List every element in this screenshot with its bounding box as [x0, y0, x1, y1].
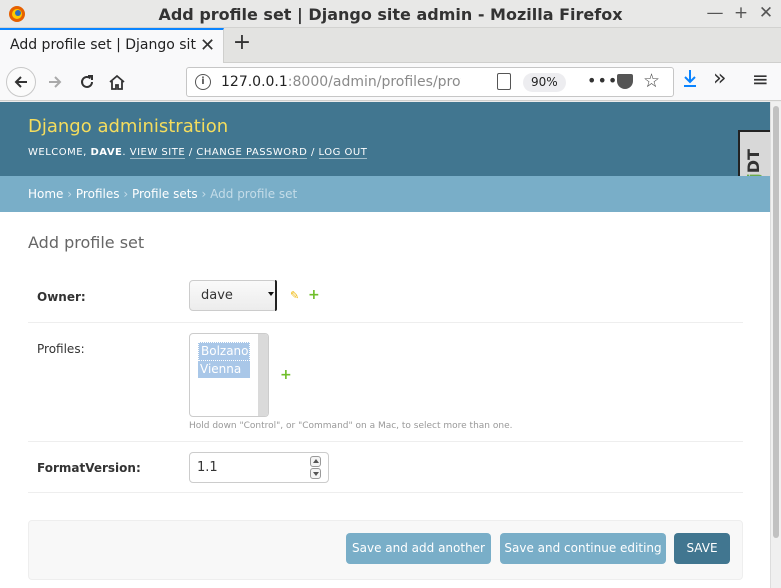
scrollbar-thumb[interactable]	[773, 106, 779, 538]
window-title: Add profile set | Django site admin - Mo…	[158, 5, 623, 24]
owner-label: Owner:	[37, 290, 86, 304]
address-bar[interactable]: i 127.0.0.1:8000/admin/profiles/prof 90%…	[186, 67, 674, 97]
dropdown-arrow-icon	[268, 292, 274, 296]
site-branding[interactable]: Django administration	[28, 116, 228, 137]
reload-button[interactable]	[72, 67, 102, 97]
admin-header: Django administration WELCOME, DAVE. VIE…	[0, 102, 770, 176]
owner-select[interactable]: dave	[189, 280, 277, 311]
save-and-add-another-button[interactable]: Save and add another	[346, 533, 491, 564]
pencil-icon[interactable]: ✎	[290, 289, 299, 302]
back-button[interactable]	[6, 67, 36, 97]
bookmark-star-icon[interactable]: ☆	[643, 70, 660, 92]
breadcrumb-separator: ›	[123, 187, 129, 201]
save-and-continue-button[interactable]: Save and continue editing	[500, 533, 666, 564]
username: DAVE	[90, 147, 123, 158]
profiles-multiselect[interactable]: Bolzano Vienna	[189, 333, 269, 417]
window-titlebar: Add profile set | Django site admin - Mo…	[0, 0, 781, 28]
multiselect-scrollbar[interactable]	[258, 334, 268, 416]
tab-add-profile-set[interactable]: Add profile set | Django site admin ✕	[0, 28, 224, 63]
navigation-toolbar: i 127.0.0.1:8000/admin/profiles/prof 90%…	[0, 63, 781, 101]
close-window-button[interactable]: ✕	[756, 3, 776, 23]
reader-view-icon[interactable]	[497, 73, 511, 90]
djdt-letters-dt: DT	[744, 149, 763, 174]
breadcrumb-profiles[interactable]: Profiles	[76, 187, 120, 201]
submit-row: Save and add another Save and continue e…	[28, 520, 743, 580]
arrow-left-icon	[14, 76, 27, 88]
page-actions-icon[interactable]: •••	[587, 71, 618, 90]
arrow-right-icon	[49, 76, 62, 88]
breadcrumb: Home › Profiles › Profile sets › Add pro…	[0, 176, 770, 212]
overflow-menu-button[interactable]: »	[713, 66, 726, 91]
url-text[interactable]: 127.0.0.1:8000/admin/profiles/prof	[221, 74, 461, 90]
select-edge	[275, 280, 277, 311]
log-out-link[interactable]: LOG OUT	[318, 147, 368, 159]
add-profile-plus-icon[interactable]: +	[280, 367, 292, 383]
spinner-up-icon[interactable]	[310, 456, 321, 467]
format-version-label: FormatVersion:	[37, 461, 141, 475]
tab-close-icon[interactable]: ✕	[200, 35, 215, 56]
profiles-label: Profiles:	[37, 342, 85, 356]
download-icon	[684, 70, 696, 87]
breadcrumb-profile-sets[interactable]: Profile sets	[132, 187, 198, 201]
format-version-input[interactable]: 1.1	[189, 452, 329, 483]
page-scrollbar[interactable]	[770, 102, 781, 588]
format-version-value: 1.1	[197, 460, 218, 475]
view-site-link[interactable]: VIEW SITE	[129, 147, 186, 159]
new-tab-button[interactable]: +	[230, 30, 254, 55]
form-row-format-version: FormatVersion: 1.1	[28, 442, 743, 493]
owner-selected-value: dave	[201, 288, 233, 303]
profiles-option[interactable]: Bolzano	[198, 342, 250, 361]
profiles-option[interactable]: Vienna	[198, 361, 250, 378]
reload-icon	[81, 75, 93, 88]
welcome-text: WELCOME,	[28, 147, 87, 158]
forward-button[interactable]	[40, 67, 70, 97]
zoom-level[interactable]: 90%	[523, 73, 566, 92]
maximize-button[interactable]: +	[731, 3, 751, 23]
profiles-help-text: Hold down "Control", or "Command" on a M…	[189, 421, 513, 431]
save-button[interactable]: SAVE	[674, 533, 730, 564]
add-owner-plus-icon[interactable]: +	[308, 287, 320, 303]
site-info-icon[interactable]: i	[195, 74, 211, 90]
spinner-down-icon[interactable]	[310, 468, 321, 479]
hamburger-menu-icon[interactable]: ≡	[752, 67, 769, 91]
url-path: :8000/admin/profiles/prof	[287, 74, 461, 90]
breadcrumb-separator: ›	[201, 187, 207, 201]
page-title: Add profile set	[28, 233, 145, 252]
breadcrumb-home[interactable]: Home	[28, 187, 63, 201]
form-row-owner: Owner: dave ✎ +	[28, 269, 743, 323]
form-row-profiles: Profiles: Bolzano Vienna + Hold down "Co…	[28, 323, 743, 442]
breadcrumb-current: Add profile set	[210, 187, 298, 201]
tab-strip: Add profile set | Django site admin ✕ +	[0, 28, 781, 63]
breadcrumb-separator: ›	[67, 187, 73, 201]
home-button[interactable]	[102, 67, 132, 97]
downloads-button[interactable]	[682, 68, 698, 93]
home-icon	[109, 74, 125, 90]
url-host: 127.0.0.1	[221, 74, 288, 90]
user-tools: WELCOME, DAVE. VIEW SITE / CHANGE PASSWO…	[28, 147, 368, 159]
page-viewport: Django administration WELCOME, DAVE. VIE…	[0, 102, 770, 588]
pocket-icon[interactable]	[617, 74, 633, 89]
change-password-link[interactable]: CHANGE PASSWORD	[196, 147, 308, 159]
minimize-button[interactable]: —	[705, 3, 725, 23]
tab-label: Add profile set | Django site admin	[10, 37, 196, 53]
